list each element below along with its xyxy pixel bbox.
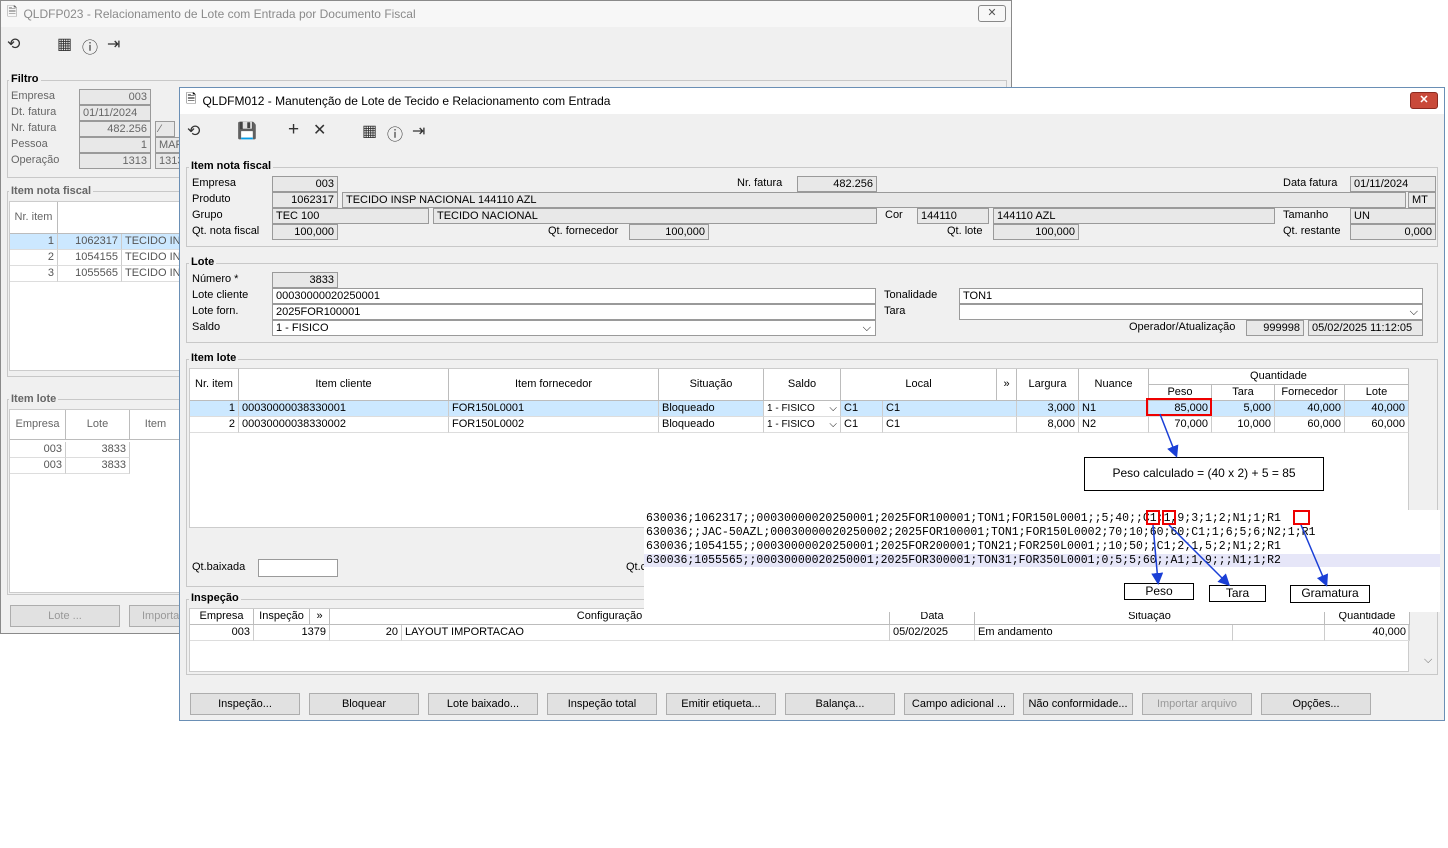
arrow-to-gramatura [1300,524,1329,587]
annotation-arrows [1151,413,1329,587]
arrow-to-peso [1151,524,1164,585]
arrow-to-tara [1168,524,1231,587]
arrow-to-formula [1159,413,1179,458]
